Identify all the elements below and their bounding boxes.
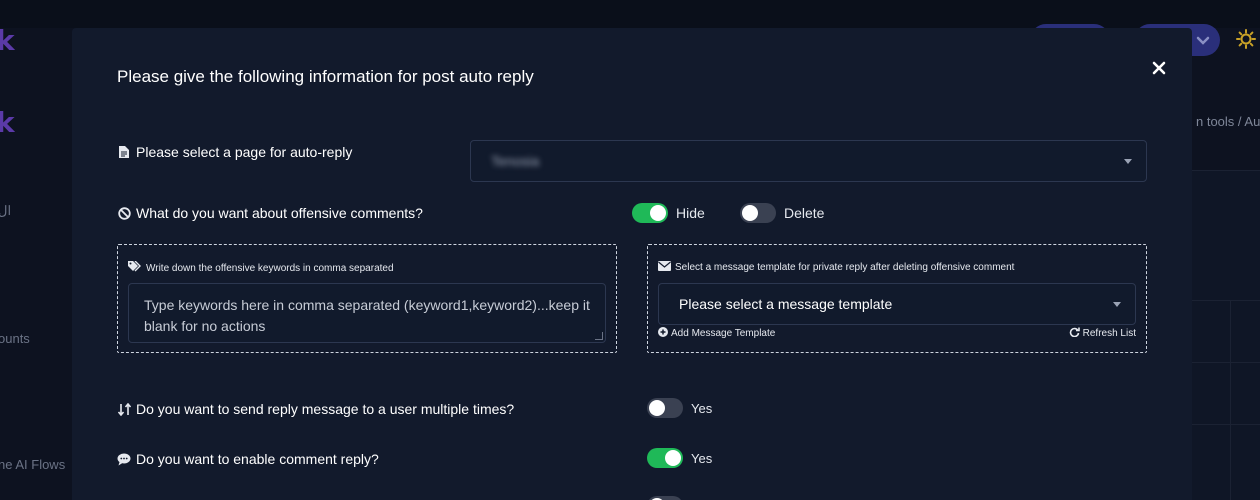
file-icon <box>117 145 131 159</box>
multiple-times-text: Do you want to send reply message to a u… <box>136 401 515 417</box>
delete-label: Delete <box>784 205 825 221</box>
background-divider <box>1192 362 1260 363</box>
keywords-placeholder: Type keywords here in comma separated (k… <box>144 297 590 334</box>
background-divider <box>1192 424 1260 425</box>
delete-toggle[interactable] <box>740 203 776 223</box>
offensive-question: What do you want about offensive comment… <box>117 205 423 221</box>
background-logo: k <box>0 24 15 57</box>
auto-reply-modal: Please give the following information fo… <box>72 28 1192 500</box>
template-label: Select a message template for private re… <box>658 261 1014 274</box>
background-sidebar-item: ne AI Flows <box>0 457 66 472</box>
add-template-link[interactable]: Add Message Template <box>658 327 775 340</box>
tags-icon <box>128 260 142 275</box>
keywords-label-text: Write down the offensive keywords in com… <box>146 262 394 274</box>
next-toggle[interactable] <box>647 496 683 500</box>
refresh-list-link[interactable]: Refresh List <box>1069 327 1136 340</box>
keywords-label: Write down the offensive keywords in com… <box>128 260 394 275</box>
toggle-knob <box>742 205 758 221</box>
add-template-text: Add Message Template <box>671 328 776 339</box>
refresh-icon <box>1069 327 1080 340</box>
hide-toggle[interactable] <box>632 203 668 223</box>
template-label-text: Select a message template for private re… <box>675 262 1015 273</box>
ban-icon <box>117 206 131 220</box>
keywords-section: Write down the offensive keywords in com… <box>117 244 617 353</box>
keywords-textarea[interactable]: Type keywords here in comma separated (k… <box>128 283 606 343</box>
sun-icon <box>1236 29 1256 55</box>
template-section: Select a message template for private re… <box>647 244 1147 353</box>
toggle-knob <box>650 205 666 221</box>
background-logo-secondary: k <box>0 106 15 139</box>
caret-down-icon <box>1113 302 1121 307</box>
sort-icon <box>117 402 131 416</box>
background-breadcrumb: n tools / Aut <box>1196 114 1260 129</box>
comment-reply-text: Do you want to enable comment reply? <box>136 451 379 467</box>
toggle-knob <box>649 400 665 416</box>
template-select-value: Please select a message template <box>679 296 893 312</box>
resize-handle[interactable] <box>595 332 603 340</box>
template-select[interactable]: Please select a message template <box>658 283 1136 325</box>
plus-circle-icon <box>658 327 668 340</box>
comment-reply-toggle[interactable] <box>647 448 683 468</box>
multiple-times-toggle[interactable] <box>647 398 683 418</box>
comment-reply-label: Yes <box>691 451 713 466</box>
page-select[interactable]: Tenosia <box>470 140 1147 182</box>
background-divider <box>1192 300 1260 301</box>
close-icon[interactable] <box>1149 58 1169 78</box>
multiple-times-label: Yes <box>691 401 713 416</box>
comment-icon <box>117 452 131 466</box>
caret-down-icon <box>1124 159 1132 164</box>
background-panel <box>1192 170 1260 500</box>
page-select-value: Tenosia <box>491 153 540 169</box>
modal-title: Please give the following information fo… <box>117 67 534 86</box>
comment-reply-question: Do you want to enable comment reply? <box>117 451 379 467</box>
background-divider <box>1230 300 1231 500</box>
page-select-label-text: Please select a page for auto-reply <box>136 144 353 160</box>
offensive-question-text: What do you want about offensive comment… <box>136 205 423 221</box>
chevron-down-icon <box>1194 31 1212 49</box>
multiple-times-question: Do you want to send reply message to a u… <box>117 401 514 417</box>
toggle-knob <box>665 450 681 466</box>
background-sidebar-item: ounts <box>0 331 30 346</box>
background-sidebar-item: ال <box>0 203 12 218</box>
hide-label: Hide <box>676 205 705 221</box>
refresh-list-text: Refresh List <box>1082 328 1136 339</box>
envelope-icon <box>658 261 671 274</box>
page-select-label: Please select a page for auto-reply <box>117 144 352 160</box>
